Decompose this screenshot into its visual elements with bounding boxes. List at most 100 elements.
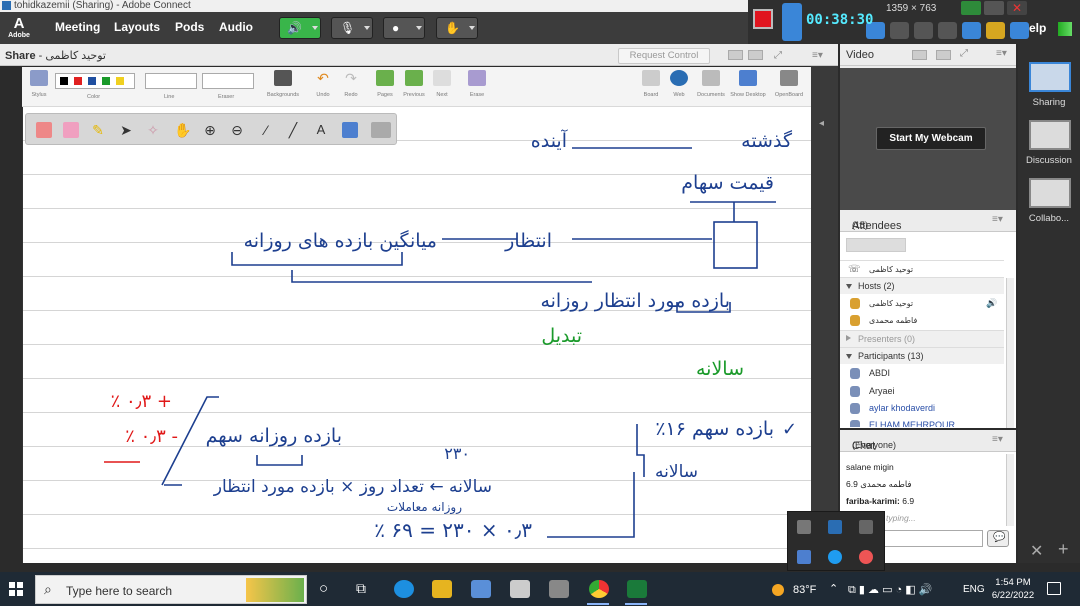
mic-level-icon[interactable] bbox=[890, 22, 909, 39]
eraser-size-picker[interactable] bbox=[202, 73, 254, 89]
layout-collaboration[interactable] bbox=[1029, 178, 1071, 208]
minimize-button[interactable] bbox=[984, 1, 1004, 15]
attendee-row[interactable]: aylar khodaverdi bbox=[840, 400, 1004, 417]
tool-board[interactable]: Board bbox=[640, 70, 662, 98]
store-icon[interactable] bbox=[471, 580, 491, 598]
color-palette[interactable] bbox=[55, 73, 135, 89]
recorder-camera-icon[interactable] bbox=[782, 3, 802, 41]
camtasia-icon[interactable] bbox=[627, 580, 647, 598]
hand-icon[interactable]: ✋ bbox=[174, 122, 191, 138]
cortana-icon[interactable]: ○ bbox=[319, 580, 328, 597]
collapse-rail-icon[interactable]: ✕ bbox=[1030, 541, 1043, 561]
tool-next[interactable]: Next bbox=[431, 70, 453, 98]
pen-tool-icon[interactable] bbox=[36, 122, 52, 138]
line-width-picker[interactable] bbox=[145, 73, 197, 89]
keyboard-icon[interactable] bbox=[371, 122, 391, 138]
tray-app-icon[interactable] bbox=[797, 550, 811, 564]
taskbar-search[interactable]: ⌕ Type here to search bbox=[35, 575, 307, 604]
laser-icon[interactable]: ✧ bbox=[145, 122, 161, 138]
weather-icon[interactable] bbox=[772, 584, 784, 596]
eraser-tool-icon[interactable] bbox=[63, 122, 79, 138]
attendees-scrollbar[interactable] bbox=[1006, 278, 1014, 428]
add-layout-icon[interactable]: + bbox=[1058, 539, 1069, 560]
mail-icon[interactable] bbox=[510, 580, 530, 598]
tool-undo[interactable]: ↶ Undo bbox=[312, 70, 334, 98]
task-view-icon[interactable]: ⧉ bbox=[356, 580, 366, 597]
tool-pages[interactable]: Pages bbox=[373, 70, 397, 98]
webcam-button[interactable]: ● bbox=[383, 17, 425, 39]
fullscreen-icon[interactable]: ⤢ bbox=[774, 50, 789, 61]
chat-input[interactable] bbox=[878, 530, 983, 547]
pod-menu-icon[interactable]: ≡▾ bbox=[996, 48, 1007, 59]
color-red[interactable] bbox=[74, 77, 82, 85]
tool-previous[interactable]: Previous bbox=[401, 70, 427, 98]
tool-documents[interactable]: Documents bbox=[694, 70, 728, 98]
attendee-row[interactable]: ABDI bbox=[840, 365, 1004, 382]
menu-audio[interactable]: Audio bbox=[219, 20, 253, 34]
camera-icon[interactable] bbox=[914, 22, 933, 39]
pod-menu-icon[interactable]: ≡▾ bbox=[992, 434, 1003, 445]
grid-view-icon[interactable] bbox=[912, 50, 927, 60]
image-icon[interactable] bbox=[342, 122, 358, 138]
attendee-row[interactable]: فاطمه محمدی bbox=[840, 312, 1004, 329]
tool-openboard[interactable]: OpenBoard bbox=[772, 70, 806, 98]
language-indicator[interactable]: ENG bbox=[963, 584, 985, 595]
text-tool-icon[interactable]: A bbox=[313, 122, 329, 138]
filmstrip-icon[interactable] bbox=[936, 50, 951, 60]
layout-discussion[interactable] bbox=[1029, 120, 1071, 150]
edge-icon[interactable] bbox=[394, 580, 414, 598]
send-button[interactable]: 💬 bbox=[987, 530, 1009, 547]
pod-menu-icon[interactable]: ≡▾ bbox=[992, 214, 1003, 225]
tool-redo[interactable]: ↷ Redo bbox=[340, 70, 362, 98]
file-explorer-icon[interactable] bbox=[432, 580, 452, 598]
settings-gear-icon[interactable] bbox=[1010, 22, 1029, 39]
raise-hand-button[interactable]: ✋ bbox=[436, 17, 478, 39]
menu-meeting[interactable]: Meeting bbox=[55, 20, 100, 34]
hosts-group[interactable]: Hosts (2) bbox=[840, 277, 1004, 294]
color-black[interactable] bbox=[60, 77, 68, 85]
tray-app-icon[interactable] bbox=[828, 550, 842, 564]
pen-icon[interactable] bbox=[962, 22, 981, 39]
pod-menu-icon[interactable]: ≡▾ bbox=[812, 50, 827, 61]
zoom-in-icon[interactable]: ⊕ bbox=[202, 122, 218, 138]
cursor-icon[interactable] bbox=[938, 22, 957, 39]
tray-app-icon[interactable] bbox=[859, 520, 873, 534]
attendee-row[interactable]: Aryaei bbox=[840, 383, 1004, 400]
layout-sharing[interactable] bbox=[1029, 62, 1071, 92]
fullscreen-icon[interactable]: ⤢ bbox=[960, 48, 968, 59]
tool-web[interactable]: Web bbox=[668, 70, 690, 98]
pointer-icon[interactable]: ➤ bbox=[118, 122, 134, 138]
presenters-group[interactable]: Presenters (0) bbox=[840, 330, 1004, 347]
my-status-row[interactable]: ☏ توحید کاظمی bbox=[840, 260, 1004, 277]
stop-record-button[interactable] bbox=[753, 9, 773, 29]
tool-erase[interactable]: Erase bbox=[465, 70, 489, 98]
menu-pods[interactable]: Pods bbox=[175, 20, 204, 34]
color-blue[interactable] bbox=[88, 77, 96, 85]
highlighter-icon[interactable]: ✎ bbox=[90, 122, 106, 138]
start-webcam-button[interactable]: Start My Webcam bbox=[876, 127, 986, 150]
chat-scrollbar[interactable] bbox=[1006, 454, 1014, 526]
fit-width-icon[interactable] bbox=[728, 50, 743, 60]
tray-icons[interactable]: ⧉ ▮ ☁ ▭ ◔ ◧ 🔊 bbox=[848, 583, 932, 597]
start-button[interactable] bbox=[9, 582, 23, 596]
attendee-row[interactable]: توحید کاظمی 🔊 bbox=[840, 295, 1004, 312]
microphone-button[interactable]: 🎙 bbox=[331, 17, 373, 39]
attendee-view-toggle[interactable] bbox=[846, 238, 906, 252]
whiteboard-canvas[interactable]: گذشته آینده قیمت سهام انتظار میانگین باز… bbox=[22, 107, 811, 563]
zoom-out-icon[interactable]: ⊖ bbox=[229, 122, 245, 138]
request-control-button[interactable]: Request Control bbox=[618, 48, 710, 64]
attendee-row[interactable]: ELHAM MEHRPOUR bbox=[840, 417, 1004, 427]
speaker-button[interactable]: 🔊 bbox=[279, 17, 321, 39]
weather-temp[interactable]: 83°F bbox=[793, 584, 816, 596]
color-green[interactable] bbox=[102, 77, 110, 85]
color-yellow[interactable] bbox=[116, 77, 124, 85]
tray-expand-icon[interactable]: ⌃ bbox=[829, 582, 838, 595]
participants-group[interactable]: Participants (13) bbox=[840, 347, 1004, 364]
tray-app-icon[interactable] bbox=[797, 520, 811, 534]
record-tray-icon[interactable] bbox=[859, 550, 873, 564]
tool-backgrounds[interactable]: Backgrounds bbox=[266, 70, 300, 98]
tool-show-desktop[interactable]: Show Desktop bbox=[729, 70, 767, 98]
menu-layouts[interactable]: Layouts bbox=[114, 20, 160, 34]
tool-stylus[interactable]: Stylus bbox=[27, 70, 51, 98]
line-tool-icon[interactable]: ╱ bbox=[285, 122, 301, 138]
